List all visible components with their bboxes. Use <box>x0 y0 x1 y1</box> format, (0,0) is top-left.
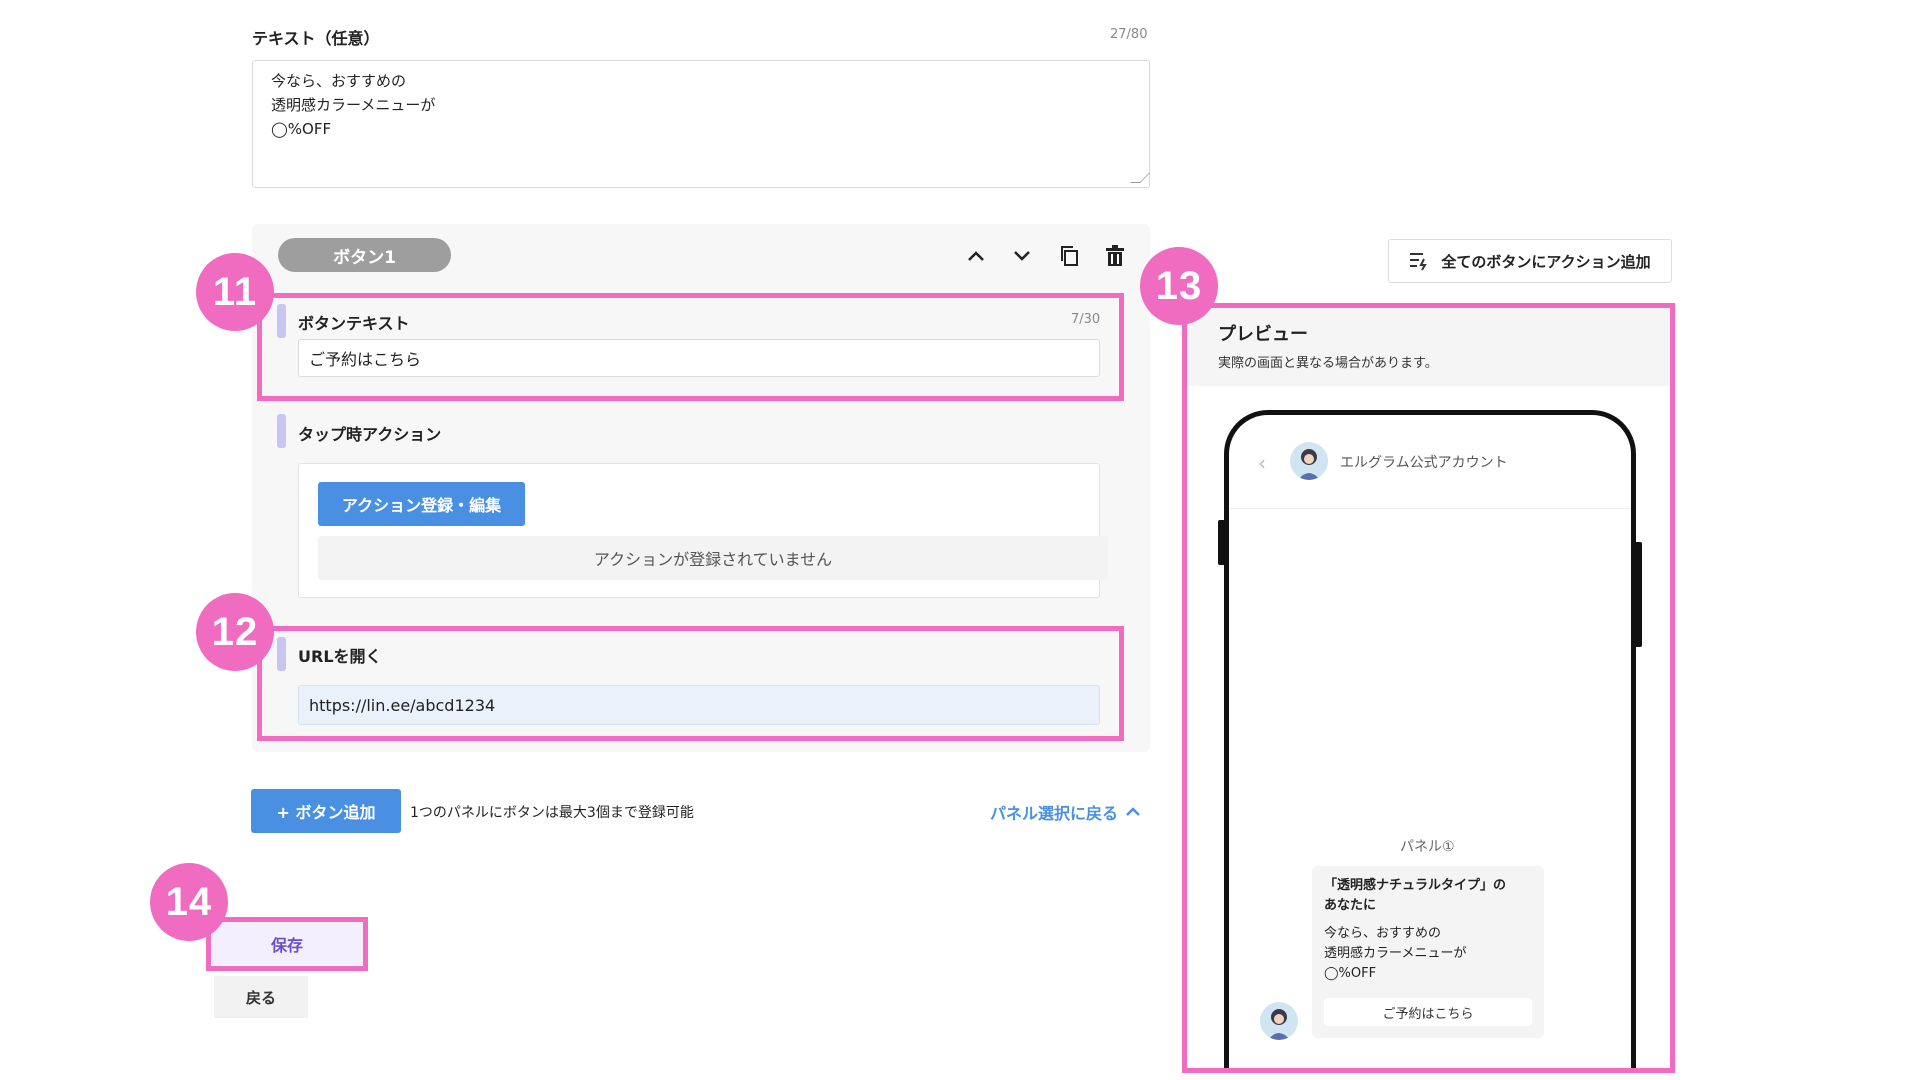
text-field-label: テキスト（任意） <box>252 29 380 48</box>
back-to-panel-link[interactable]: パネル選択に戻る <box>990 800 1140 824</box>
highlight-box-13 <box>1182 303 1675 1073</box>
register-action-button[interactable]: アクション登録・編集 <box>318 482 525 526</box>
step-marker-14: 14 <box>150 863 228 941</box>
step-marker-12: 12 <box>196 593 274 671</box>
highlight-box-14 <box>206 917 368 971</box>
max-buttons-note: 1つのパネルにボタンは最大3個まで登録可能 <box>410 805 694 821</box>
resize-handle-icon[interactable] <box>1130 173 1150 183</box>
highlight-box-11 <box>257 293 1124 401</box>
text-line: 今なら、おすすめの <box>271 72 407 90</box>
no-action-message: アクションが登録されていません <box>318 536 1108 580</box>
text-textarea[interactable]: 今なら、おすすめの 透明感カラーメニューが ◯%OFF <box>252 60 1150 188</box>
add-all-actions-button[interactable]: 全てのボタンにアクション追加 <box>1388 239 1672 283</box>
trash-icon[interactable] <box>1101 242 1129 270</box>
back-button[interactable]: 戻る <box>214 976 308 1018</box>
step-marker-13: 13 <box>1140 247 1218 325</box>
text-line: 透明感カラーメニューが <box>271 96 436 114</box>
chevron-up-icon[interactable] <box>962 242 990 270</box>
chevron-down-icon[interactable] <box>1008 242 1036 270</box>
text-field-counter: 27/80 <box>1110 27 1148 42</box>
highlight-box-12 <box>257 626 1124 741</box>
text-line: ◯%OFF <box>271 120 332 138</box>
accent-bar <box>277 414 286 448</box>
step-marker-11: 11 <box>196 253 274 331</box>
add-button-button[interactable]: + ボタン追加 <box>251 789 401 833</box>
back-to-panel-label: パネル選択に戻る <box>990 804 1119 823</box>
button-name-pill: ボタン1 <box>278 238 451 272</box>
add-action-icon <box>1410 253 1428 271</box>
chevron-up-icon <box>1126 807 1140 816</box>
copy-icon[interactable] <box>1055 242 1083 270</box>
tap-action-label: タップ時アクション <box>298 425 442 444</box>
add-all-actions-label: 全てのボタンにアクション追加 <box>1441 252 1651 271</box>
